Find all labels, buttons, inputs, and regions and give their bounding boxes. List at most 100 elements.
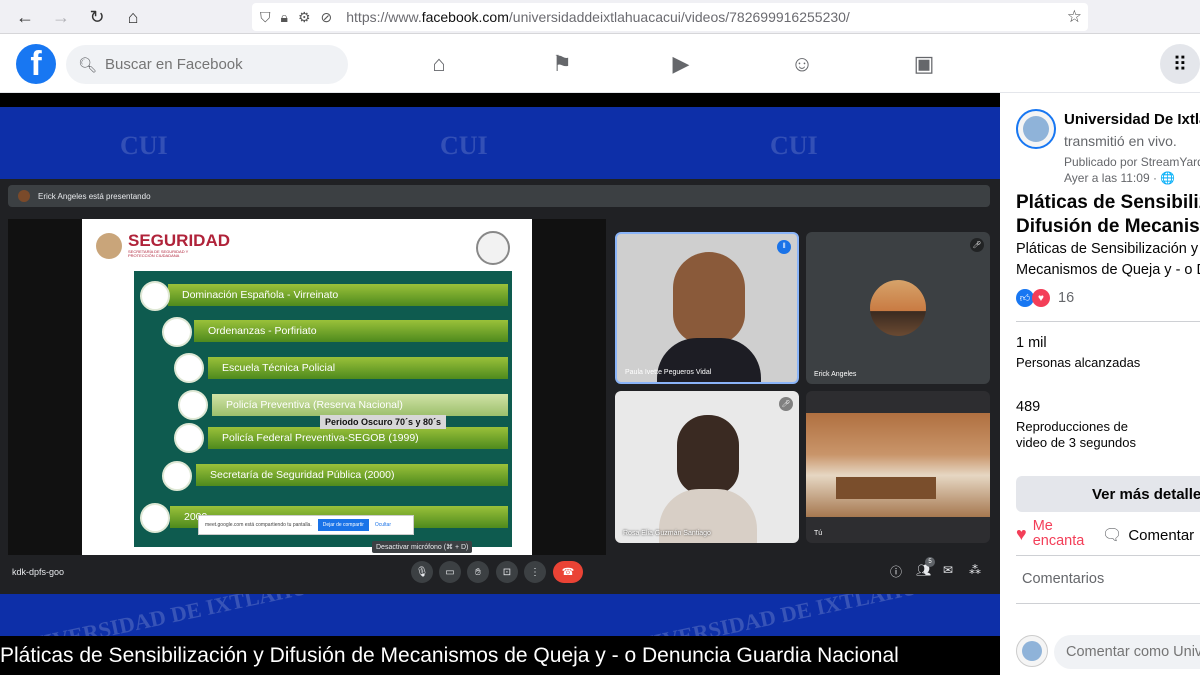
menu-grid-icon[interactable]: ⠿	[1160, 44, 1200, 84]
video-caption: Pláticas de Sensibilización y Difusión d…	[0, 636, 1000, 675]
end-call-button[interactable]: ☎	[553, 561, 583, 583]
love-reaction-button[interactable]: ♥ Me encanta	[1016, 519, 1084, 549]
presenting-bar: Erick Angeles está presentando	[8, 185, 990, 207]
timeline-circle	[178, 390, 208, 420]
address-bar[interactable]: ⛉ 🔒︎ ⚙ ⊘ https://www.facebook.com/univer…	[252, 3, 1088, 31]
nav-pages-flag-icon[interactable]: ⚑	[545, 47, 579, 81]
timeline-step: Ordenanzas - Porfiriato	[194, 320, 508, 342]
plays-value: 489	[1016, 399, 1041, 415]
nav-watch-icon[interactable]: ▶	[664, 47, 698, 81]
video-player[interactable]: CUI CUI CUI Erick Angeles está presentan…	[0, 93, 1000, 675]
url-path: /universidaddeixtlahuacacui/videos/78269…	[508, 9, 850, 25]
people-count-badge: 5	[925, 557, 935, 567]
timeline-circle	[140, 503, 170, 533]
plays-label-line: Reproducciones de	[1016, 419, 1129, 434]
watermark-text: CUI	[120, 131, 168, 160]
slide-subtitle: SECRETARÍA DE SEGURIDAD Y PROTECCIÓN CIU…	[128, 249, 189, 258]
page-avatar[interactable]	[1016, 109, 1056, 149]
government-seal-icon	[96, 233, 122, 259]
love-reaction-icon: ♥	[1032, 289, 1050, 307]
present-button[interactable]: ⊡	[496, 561, 518, 583]
description-line: Mecanismos de Queja y - o Denuncia	[1016, 262, 1200, 278]
nav-gaming-icon[interactable]: ▣	[907, 47, 941, 81]
post-time-link[interactable]: Ayer a las 11:09 · 🌐	[1064, 171, 1175, 185]
speaking-indicator-icon: ⦀	[777, 240, 791, 254]
url-prefix: https://www.	[346, 9, 422, 25]
participant-tile[interactable]: Tú	[806, 391, 990, 543]
reaction-count: 16	[1058, 290, 1075, 306]
page-name-link[interactable]: Universidad De Ixtlahuaca CUI	[1064, 111, 1200, 128]
participant-video	[657, 338, 761, 382]
participant-name: Paula Ivette Pegueros Vidal	[625, 369, 712, 376]
divider	[1016, 321, 1200, 322]
camera-blocked-icon[interactable]: ⊘	[321, 9, 333, 26]
nav-groups-icon[interactable]: ☺	[785, 47, 819, 81]
chat-icon[interactable]: ✉	[943, 563, 953, 577]
video-details-panel: Universidad De Ixtlahuaca CUI transmitió…	[1000, 93, 1200, 675]
home-icon[interactable]: ⌂	[116, 0, 150, 34]
meeting-code: kdk-dpfs-goo	[12, 567, 65, 577]
presentation-slide: SEGURIDAD SECRETARÍA DE SEGURIDAD Y PROT…	[82, 219, 532, 555]
back-arrow-icon[interactable]: ←	[8, 0, 42, 34]
reload-icon[interactable]: ↻	[80, 0, 114, 34]
university-logo-icon	[1022, 641, 1042, 661]
watermark-text: CUI	[440, 131, 488, 160]
participant-tile[interactable]: 🎤︎ Rosa Elia Guzmán Santiago	[615, 391, 799, 543]
timeline-step: Policía Federal Preventiva-SEGOB (1999)	[208, 427, 508, 449]
search-input[interactable]	[105, 56, 326, 73]
lock-icon[interactable]: 🔒︎	[281, 9, 288, 26]
timeline-step: Policía Preventiva (Reserva Nacional)	[212, 394, 508, 416]
video-title: Pláticas de Sensibilización y Difusión d…	[1016, 191, 1200, 239]
eagle-emblem-icon	[476, 231, 510, 265]
video-description: Pláticas de Sensibilización y Difusión d…	[1016, 239, 1200, 281]
watermark-text: CUI	[770, 131, 818, 160]
video-title-line: Pláticas de Sensibilización y	[1016, 192, 1200, 213]
facebook-logo[interactable]: f	[16, 44, 56, 84]
mute-tooltip: Desactivar micrófono (⌘ + D)	[372, 541, 473, 553]
shield-icon[interactable]: ⛉	[260, 9, 271, 26]
presenter-avatar	[18, 190, 30, 202]
permissions-icon[interactable]: ⚙	[298, 9, 311, 26]
raise-hand-button[interactable]: ✋︎	[467, 561, 489, 583]
muted-mic-icon: 🎤︎	[779, 397, 793, 411]
participant-tile[interactable]: 🎤︎ Erick Angeles	[806, 232, 990, 384]
meet-controls: kdk-dpfs-goo Desactivar micrófono (⌘ + D…	[0, 541, 1000, 593]
reactions-summary[interactable]: 👍︎ ♥ 16	[1016, 289, 1074, 307]
watermark-text: UNIVERSIDAD DE IXTLAHUACA	[11, 594, 356, 636]
timeline-circle	[162, 461, 192, 491]
published-by-text: Publicado por StreamYard	[1064, 155, 1200, 169]
commenter-avatar	[1016, 635, 1048, 667]
camera-button[interactable]: ▭	[439, 561, 461, 583]
more-options-button[interactable]: ⋮	[524, 561, 546, 583]
love-label-line: encanta	[1032, 533, 1085, 549]
comment-button[interactable]: 🗨︎ Comentar	[1102, 525, 1194, 545]
screen-share-notice: meet.google.com está compartiendo tu pan…	[198, 515, 414, 535]
room-video	[806, 413, 990, 517]
reach-value: 1 mil	[1016, 335, 1047, 351]
love-label-line: Me	[1032, 518, 1053, 534]
info-icon[interactable]: ⓘ	[890, 563, 902, 580]
facebook-search[interactable]: 🔍︎	[66, 45, 348, 84]
divider	[1016, 555, 1200, 556]
nav-home-icon[interactable]: ⌂	[422, 47, 456, 81]
see-more-details-button[interactable]: Ver más detalles	[1016, 476, 1200, 512]
stop-sharing-button[interactable]: Dejar de compartir	[317, 519, 369, 531]
participant-video	[673, 252, 745, 344]
comments-header: Comentarios	[1022, 571, 1105, 587]
forward-arrow-icon[interactable]: →	[44, 0, 78, 34]
mic-button[interactable]: 🎙︎	[411, 561, 433, 583]
bookmark-star-icon[interactable]: ☆	[1067, 7, 1082, 27]
browser-toolbar: ← → ↻ ⌂ ⛉ 🔒︎ ⚙ ⊘ https://www.facebook.co…	[0, 0, 1200, 34]
slide-title: SEGURIDAD	[128, 231, 231, 250]
university-banner-top: CUI CUI CUI	[0, 107, 1000, 183]
video-title-line: Difusión de Mecanismos	[1016, 216, 1200, 237]
participant-name: Tú	[814, 530, 823, 537]
hide-button[interactable]: Ocultar	[375, 522, 391, 528]
room-video	[836, 477, 936, 499]
shared-screen: SEGURIDAD SECRETARÍA DE SEGURIDAD Y PROT…	[8, 219, 606, 555]
url-text[interactable]: https://www.facebook.com/universidaddeix…	[346, 9, 850, 25]
participant-tile[interactable]: ⦀ Paula Ivette Pegueros Vidal	[615, 232, 799, 384]
google-meet-window: Erick Angeles está presentando SEGURIDAD…	[0, 179, 1000, 594]
comment-input[interactable]	[1054, 635, 1200, 669]
activities-icon[interactable]: ⁂	[969, 563, 981, 577]
